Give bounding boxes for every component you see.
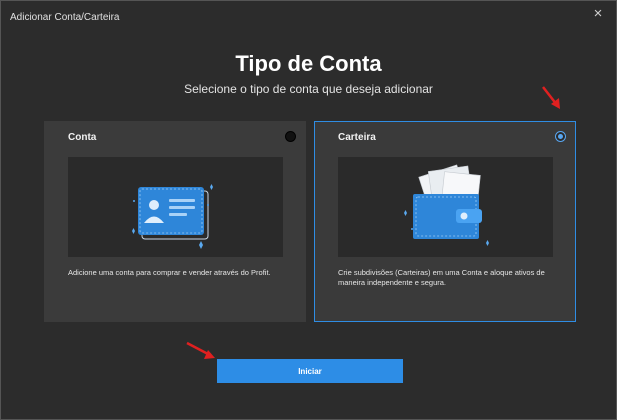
radio-carteira[interactable] xyxy=(555,131,566,142)
option-title-conta: Conta xyxy=(68,132,97,143)
page-subtitle: Selecione o tipo de conta que deseja adi… xyxy=(184,82,433,96)
add-account-dialog: Adicionar Conta/Carteira × Tipo de Conta… xyxy=(0,0,617,420)
illustration-panel-conta xyxy=(68,157,283,257)
title-bar: Adicionar Conta/Carteira × xyxy=(1,1,616,35)
wallet-icon xyxy=(404,164,489,246)
option-description-carteira: Crie subdivisões (Carteiras) em uma Cont… xyxy=(338,268,545,287)
page-title: Tipo de Conta xyxy=(235,51,382,76)
illustration-panel-carteira xyxy=(338,157,553,257)
option-description-conta: Adicione uma conta para comprar e vender… xyxy=(68,268,271,277)
start-button[interactable]: Iniciar xyxy=(217,359,403,383)
annotation-arrow-icon xyxy=(186,341,215,359)
dialog-title: Adicionar Conta/Carteira xyxy=(10,12,120,23)
close-icon[interactable]: × xyxy=(590,6,606,22)
id-card-icon xyxy=(132,184,213,249)
annotation-arrow-icon xyxy=(542,86,560,109)
option-card-carteira[interactable]: Carteira Crie subdivisões (Carteiras) em… xyxy=(314,121,576,322)
option-card-conta[interactable]: Conta Adicione uma conta para comprar e … xyxy=(44,121,306,322)
option-title-carteira: Carteira xyxy=(338,132,376,143)
radio-conta[interactable] xyxy=(285,131,296,142)
